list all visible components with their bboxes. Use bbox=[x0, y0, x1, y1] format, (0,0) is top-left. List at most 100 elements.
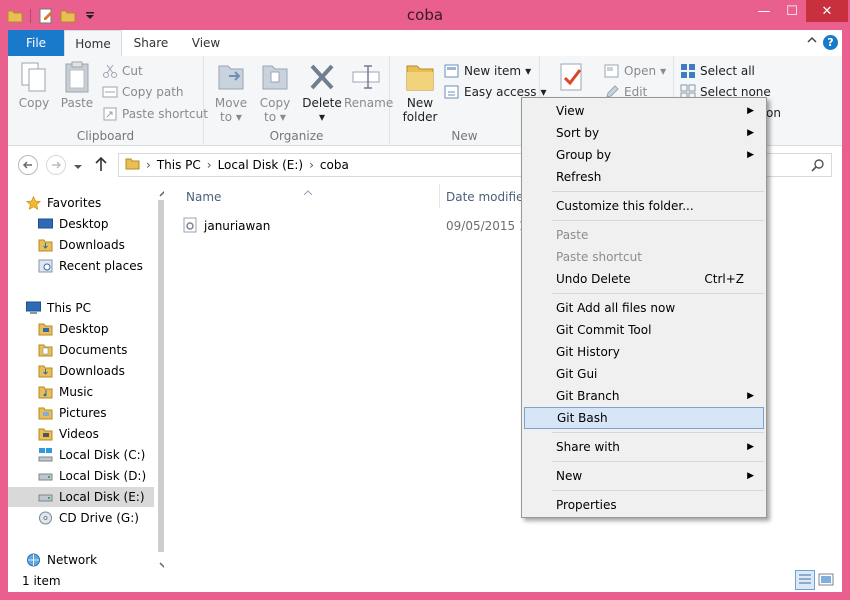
open-button[interactable]: Open ▾ bbox=[604, 63, 666, 79]
large-icons-view-icon[interactable] bbox=[818, 572, 834, 591]
open-icon bbox=[604, 63, 620, 79]
new-folder-label-2: folder bbox=[402, 110, 438, 124]
tree-fav-downloads[interactable]: Downloads bbox=[38, 235, 125, 255]
close-button[interactable]: ✕ bbox=[806, 0, 848, 22]
paste-shortcut-icon bbox=[102, 106, 118, 122]
menu-item-customize[interactable]: Customize this folder... bbox=[524, 195, 764, 217]
new-folder-button[interactable]: New folder bbox=[400, 60, 440, 124]
tab-view[interactable]: View bbox=[182, 30, 230, 56]
minimize-button[interactable]: — bbox=[750, 0, 778, 22]
invert-selection-label: on bbox=[766, 106, 781, 120]
menu-item-paste-shortcut[interactable]: Paste shortcut bbox=[524, 246, 764, 268]
menu-item-git-branch[interactable]: Git Branch ▶ bbox=[524, 385, 764, 407]
menu-item-paste[interactable]: Paste bbox=[524, 224, 764, 246]
rename-button[interactable]: Rename bbox=[344, 60, 393, 110]
delete-button[interactable]: Delete ▾ bbox=[302, 60, 342, 124]
menu-item-git-add[interactable]: Git Add all files now bbox=[524, 297, 764, 319]
paste-icon bbox=[61, 60, 93, 94]
menu-item-git-gui[interactable]: Git Gui bbox=[524, 363, 764, 385]
tree-disk-d-label: Local Disk (D:) bbox=[59, 469, 147, 483]
clipboard-group-label: Clipboard bbox=[76, 129, 135, 143]
copy-button[interactable]: Copy bbox=[16, 60, 52, 110]
copy-icon bbox=[18, 60, 50, 94]
tree-pc-downloads[interactable]: Downloads bbox=[38, 361, 125, 381]
tree-disk-c[interactable]: Local Disk (C:) bbox=[38, 445, 145, 465]
new-item-button[interactable]: New item ▾ bbox=[444, 63, 531, 79]
tree-fav-desktop[interactable]: Desktop bbox=[38, 214, 109, 234]
new-group-label: New bbox=[451, 129, 478, 143]
tab-share[interactable]: Share bbox=[126, 30, 176, 56]
up-arrow-icon[interactable] bbox=[94, 156, 108, 175]
address-bar[interactable]: › This PC › Local Disk (E:) › coba bbox=[118, 153, 528, 177]
menu-item-git-history[interactable]: Git History bbox=[524, 341, 764, 363]
submenu-arrow-icon: ▶ bbox=[747, 128, 754, 138]
invert-selection-button[interactable]: on bbox=[766, 106, 781, 120]
tree-pc-music[interactable]: Music bbox=[38, 382, 93, 402]
window-title: coba bbox=[406, 6, 444, 24]
tree-favorites[interactable]: Favorites bbox=[25, 193, 102, 213]
column-divider[interactable] bbox=[439, 184, 440, 208]
breadcrumb-local-disk-e[interactable]: Local Disk (E:) bbox=[218, 158, 304, 172]
select-all-icon bbox=[680, 63, 696, 79]
breadcrumb-coba[interactable]: coba bbox=[320, 158, 349, 172]
tree-network[interactable]: Network bbox=[26, 550, 97, 570]
search-icon[interactable] bbox=[811, 158, 825, 175]
forward-button[interactable] bbox=[46, 155, 66, 175]
tree-pc-videos[interactable]: Videos bbox=[38, 424, 99, 444]
menu-item-share-with-label: Share with bbox=[556, 440, 620, 454]
column-name[interactable]: Name bbox=[186, 190, 221, 204]
tree-cd-g[interactable]: CD Drive (G:) bbox=[38, 508, 139, 528]
menu-item-properties[interactable]: Properties bbox=[524, 494, 764, 516]
clipboard-group: Copy Paste Cut Copy path Paste shortcut … bbox=[8, 56, 208, 146]
tree-favorites-label: Favorites bbox=[47, 196, 102, 210]
back-button[interactable] bbox=[18, 155, 38, 175]
copy-path-label: Copy path bbox=[122, 85, 184, 99]
tree-fav-recent[interactable]: Recent places bbox=[38, 256, 143, 276]
new-folder-icon bbox=[404, 60, 436, 94]
menu-item-git-commit[interactable]: Git Commit Tool bbox=[524, 319, 764, 341]
menu-item-sort-by[interactable]: Sort by ▶ bbox=[524, 122, 764, 144]
maximize-button[interactable]: ☐ bbox=[778, 0, 806, 22]
column-date-modified[interactable]: Date modified bbox=[446, 190, 531, 204]
tab-file[interactable]: File bbox=[8, 30, 64, 56]
recent-locations-dropdown-icon[interactable] bbox=[74, 160, 82, 174]
menu-item-group-by[interactable]: Group by ▶ bbox=[524, 144, 764, 166]
menu-item-paste-label: Paste bbox=[556, 228, 589, 242]
paste-button[interactable]: Paste bbox=[58, 60, 96, 110]
menu-item-refresh[interactable]: Refresh bbox=[524, 166, 764, 188]
details-view-icon[interactable] bbox=[795, 570, 815, 590]
move-to-button[interactable]: Move to ▾ bbox=[212, 60, 250, 124]
select-all-button[interactable]: Select all bbox=[680, 63, 755, 79]
tree-pc-desktop[interactable]: Desktop bbox=[38, 319, 109, 339]
menu-item-undo-delete[interactable]: Undo Delete Ctrl+Z bbox=[524, 268, 764, 290]
tree-this-pc[interactable]: This PC bbox=[26, 298, 91, 318]
menu-item-git-bash[interactable]: Git Bash bbox=[524, 407, 764, 429]
menu-item-new[interactable]: New ▶ bbox=[524, 465, 764, 487]
tree-disk-e-label: Local Disk (E:) bbox=[59, 490, 145, 504]
menu-item-git-gui-label: Git Gui bbox=[556, 367, 598, 381]
tree-pc-pictures[interactable]: Pictures bbox=[38, 403, 107, 423]
submenu-arrow-icon: ▶ bbox=[747, 106, 754, 116]
breadcrumb-this-pc[interactable]: This PC bbox=[157, 158, 201, 172]
tree-disk-d[interactable]: Local Disk (D:) bbox=[38, 466, 146, 486]
menu-item-view[interactable]: View ▶ bbox=[524, 100, 764, 122]
help-icon[interactable]: ? bbox=[823, 35, 838, 50]
properties-button[interactable] bbox=[554, 60, 590, 96]
computer-icon bbox=[26, 301, 41, 315]
ribbon-minimize-icon[interactable] bbox=[806, 35, 818, 48]
cut-button[interactable]: Cut bbox=[102, 63, 143, 79]
tree-disk-e[interactable]: Local Disk (E:) bbox=[8, 487, 154, 507]
file-name: januriawan bbox=[204, 219, 271, 233]
tree-this-pc-label: This PC bbox=[47, 301, 91, 315]
paste-shortcut-button[interactable]: Paste shortcut bbox=[102, 106, 208, 122]
tree-pc-documents[interactable]: Documents bbox=[38, 340, 127, 360]
documents-folder-icon bbox=[38, 343, 53, 357]
organize-group-label: Organize bbox=[269, 129, 324, 143]
menu-item-new-label: New bbox=[556, 469, 583, 483]
tree-pc-desktop-label: Desktop bbox=[59, 322, 109, 336]
tab-home[interactable]: Home bbox=[64, 30, 122, 56]
copy-to-button[interactable]: Copy to ▾ bbox=[256, 60, 294, 124]
copy-path-button[interactable]: Copy path bbox=[102, 84, 184, 100]
menu-item-share-with[interactable]: Share with ▶ bbox=[524, 436, 764, 458]
status-bar: 1 item bbox=[8, 570, 842, 592]
